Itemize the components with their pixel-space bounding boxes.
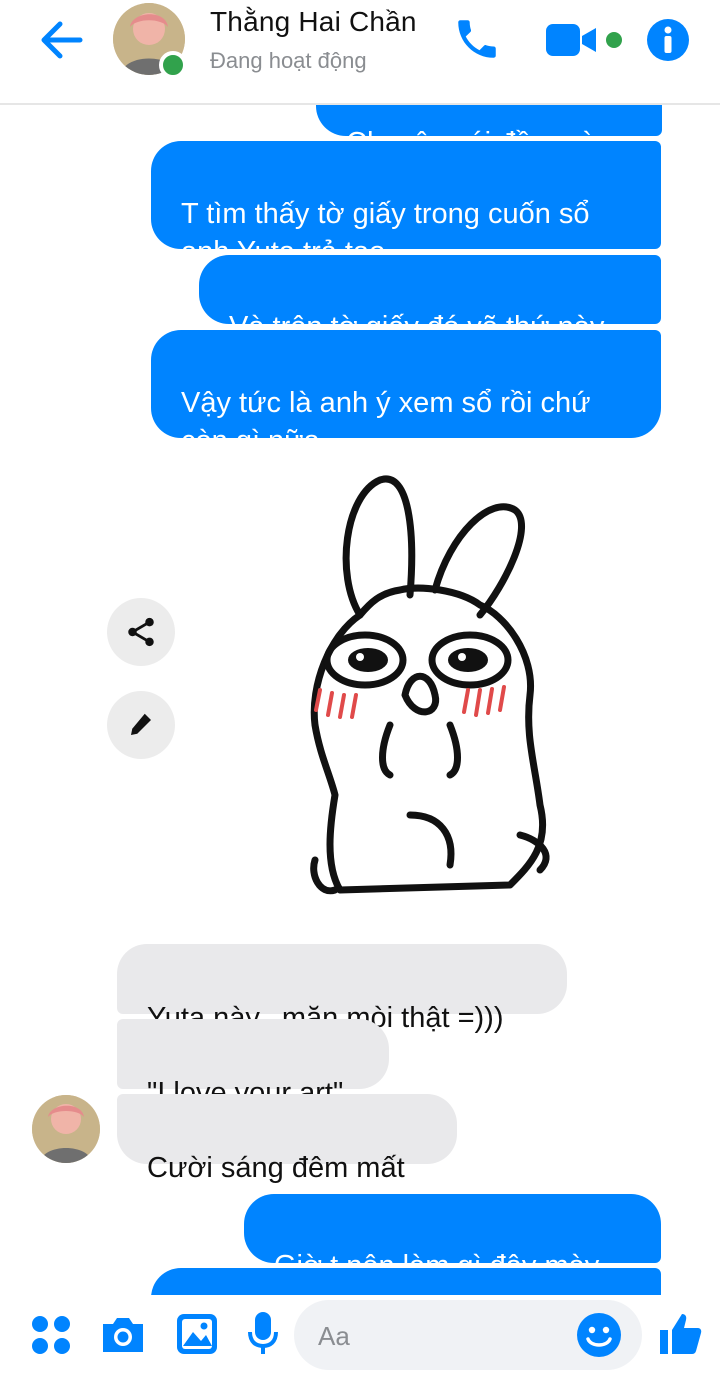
apps-button[interactable]: [30, 1314, 72, 1361]
gallery-button[interactable]: [175, 1312, 219, 1361]
message-bubble-outgoing[interactable]: T tìm thấy tờ giấy trong cuốn sổ anh Yut…: [151, 141, 661, 268]
pencil-icon: [131, 713, 151, 735]
video-active-dot: [606, 32, 622, 48]
microphone-icon: [248, 1312, 278, 1354]
apps-icon: [32, 1316, 70, 1354]
arrow-left-icon: [41, 21, 83, 59]
message-input-wrapper[interactable]: [294, 1300, 642, 1370]
contact-avatar[interactable]: [113, 3, 187, 79]
message-bubble-incoming[interactable]: Yuta này...mặn mòi thật =))): [117, 944, 567, 1034]
message-input[interactable]: [316, 1317, 570, 1355]
thumbs-up-icon: [660, 1314, 702, 1354]
info-icon: [647, 19, 689, 61]
share-sticker-button[interactable]: [107, 598, 175, 666]
gallery-icon: [177, 1314, 217, 1354]
emoji-button[interactable]: [576, 1312, 622, 1363]
emoji-icon: [577, 1313, 621, 1357]
edit-sticker-button[interactable]: [107, 691, 175, 759]
message-bubble-outgoing[interactable]: [151, 1268, 661, 1295]
camera-button[interactable]: [99, 1314, 147, 1361]
voice-call-button[interactable]: [452, 14, 502, 64]
avatar-photo: [32, 1095, 100, 1163]
video-camera-icon: [546, 24, 596, 56]
contact-status: Đang hoạt động: [210, 48, 367, 73]
phone-icon: [458, 20, 496, 58]
conversation-info-button[interactable]: [646, 18, 690, 62]
online-status-dot: [159, 51, 187, 79]
message-bubble-outgoing[interactable]: Vậy tức là anh ý xem sổ rồi chứ còn gì n…: [151, 330, 661, 457]
share-icon: [128, 617, 154, 647]
message-text: Chuyện cái đầu mày: [346, 127, 610, 136]
contact-name[interactable]: Thằng Hai Chần: [210, 6, 417, 38]
message-text: Cười sáng đêm mất: [147, 1152, 405, 1184]
message-bubble-incoming[interactable]: Cười sáng đêm mất: [117, 1094, 457, 1184]
contact-avatar-small[interactable]: [32, 1095, 100, 1163]
video-call-button[interactable]: [544, 20, 602, 60]
camera-icon: [103, 1318, 143, 1352]
message-bubble-outgoing[interactable]: Và trên tờ giấy đó vẽ thứ này: [199, 255, 661, 343]
message-text: Vậy tức là anh ý xem sổ rồi chứ còn gì n…: [181, 387, 591, 457]
message-bubble-incoming[interactable]: "I love your art": [117, 1019, 389, 1109]
message-thread[interactable]: Chuyện cái đầu mày T tìm thấy tờ giấy tr…: [0, 0, 720, 1295]
crying-bunny-sticker[interactable]: [290, 465, 580, 905]
like-button[interactable]: [656, 1310, 704, 1363]
conversation-header: Thằng Hai Chần Đang hoạt động: [0, 0, 720, 105]
back-button[interactable]: [36, 16, 88, 64]
message-bubble-outgoing[interactable]: Giờ t nên làm gì đây mày: [244, 1194, 661, 1282]
voice-clip-button[interactable]: [246, 1310, 280, 1361]
